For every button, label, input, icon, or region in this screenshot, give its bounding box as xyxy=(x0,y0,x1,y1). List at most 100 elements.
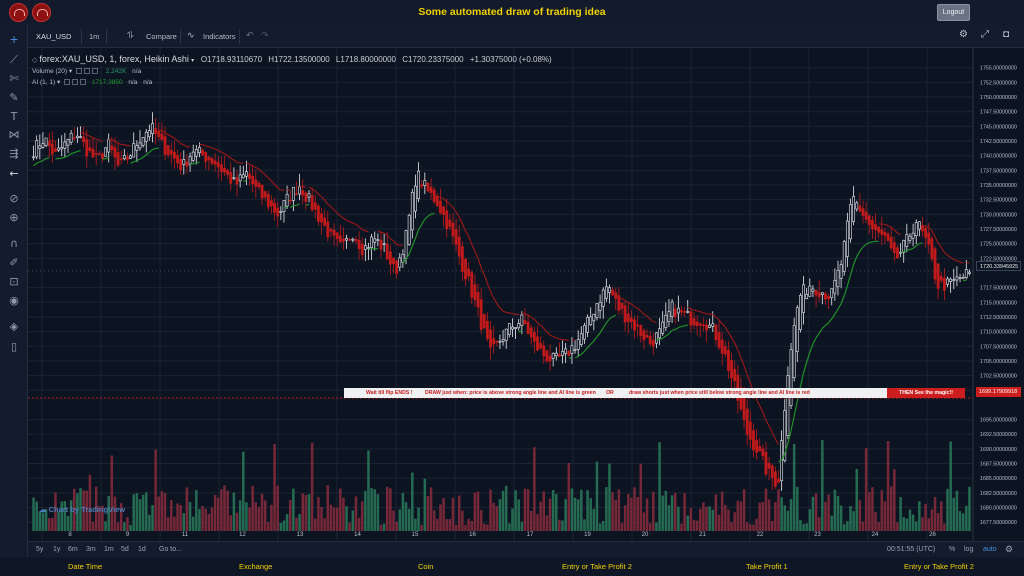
candle-body xyxy=(949,278,953,282)
candle-body xyxy=(908,235,912,241)
candle-body xyxy=(611,289,615,296)
brush-icon[interactable]: ✎ xyxy=(7,91,21,105)
range-5d[interactable]: 5d xyxy=(121,546,129,553)
ai-indicator-line xyxy=(477,258,482,268)
chart-settings-gear-icon[interactable]: ⚙ xyxy=(1005,544,1013,555)
ai-indicator-line xyxy=(480,267,485,276)
symbol-search-button[interactable]: XAU_USD xyxy=(36,32,71,41)
interval-button[interactable]: 1m xyxy=(89,32,99,41)
volume-bar xyxy=(902,517,905,531)
volume-label[interactable]: Volume (20) xyxy=(32,68,67,75)
candle-body xyxy=(871,219,874,230)
ai-indicator-line xyxy=(703,312,707,315)
volume-close-icon[interactable] xyxy=(91,68,98,75)
volume-bar xyxy=(720,491,724,531)
trash-icon[interactable]: ▯ xyxy=(7,340,21,354)
watermark-text: Chart by TradingView xyxy=(48,505,126,514)
range-6m[interactable]: 6m xyxy=(68,546,78,553)
candle-body xyxy=(238,174,242,182)
zoom-in-icon[interactable]: ⊕ xyxy=(7,211,21,225)
fullscreen-icon[interactable]: ⤢ xyxy=(981,29,989,40)
indicators-icon[interactable]: ∿ xyxy=(187,30,195,41)
volume-eye-icon[interactable] xyxy=(75,68,82,75)
magnet-icon[interactable]: ∩ xyxy=(7,237,21,251)
range-1y[interactable]: 1y xyxy=(53,546,60,553)
range-5y[interactable]: 5y xyxy=(36,546,43,553)
volume-settings-icon[interactable] xyxy=(83,68,90,75)
price-tick-label: 1685.00000000 xyxy=(980,476,1017,482)
candle-body xyxy=(658,328,661,339)
ai-close-icon[interactable] xyxy=(80,79,87,86)
prediction-tool-icon[interactable]: ⇶ xyxy=(7,147,21,161)
compare-icon[interactable]: ⥮ xyxy=(127,30,134,41)
candle-body xyxy=(460,246,464,272)
volume-bar xyxy=(389,488,392,531)
ai-indicator-line xyxy=(349,221,354,224)
log-scale-toggle[interactable]: log xyxy=(964,546,973,553)
ai-dropdown-icon[interactable]: ▾ xyxy=(57,79,60,86)
trend-line-icon[interactable]: ⟋ xyxy=(7,53,21,67)
ruler-icon[interactable]: ⊘ xyxy=(7,192,21,206)
compare-button[interactable]: Compare xyxy=(146,32,177,41)
volume-bar xyxy=(630,497,633,531)
volume-bar xyxy=(905,518,909,531)
candle-body xyxy=(532,332,536,342)
volume-bar xyxy=(529,510,533,531)
ai-indicator-line xyxy=(236,161,241,164)
utc-clock[interactable]: 00:51:55 (UTC) xyxy=(887,546,935,553)
candle-body xyxy=(354,239,358,242)
candle-body xyxy=(326,221,330,238)
volume-bar xyxy=(821,440,824,531)
ai-indicator-line xyxy=(718,319,723,325)
candle-body xyxy=(44,137,48,146)
range-1d[interactable]: 1d xyxy=(138,546,146,553)
text-tool-icon[interactable]: T xyxy=(7,110,21,124)
volume-bar xyxy=(774,502,777,531)
undo-icon[interactable]: ↶ xyxy=(246,30,254,41)
lock-icon[interactable]: ⊡ xyxy=(7,275,21,289)
volume-bar xyxy=(943,523,946,531)
ai-indicator-line xyxy=(740,357,745,366)
logout-button[interactable]: Logout xyxy=(937,4,970,21)
tradingview-watermark[interactable]: ☁ Chart by TradingView xyxy=(39,505,125,514)
ai-eye-icon[interactable] xyxy=(64,79,71,86)
redo-icon[interactable]: ↷ xyxy=(261,30,269,41)
goto-date-button[interactable]: Go to... xyxy=(159,546,182,553)
crosshair-icon[interactable]: + xyxy=(7,33,21,47)
ai-indicator-line xyxy=(33,162,38,167)
indicators-button[interactable]: Indicators xyxy=(203,32,236,41)
candle-body xyxy=(241,174,245,179)
volume-dropdown-icon[interactable]: ▾ xyxy=(69,68,72,75)
layers-icon[interactable]: ◈ xyxy=(7,320,21,334)
legend-dropdown-icon[interactable]: ▾ xyxy=(191,58,196,64)
ai-label[interactable]: AI (1, 1) xyxy=(32,79,55,86)
fib-tool-icon[interactable]: ✄ xyxy=(7,72,21,86)
candle-body xyxy=(648,336,652,345)
price-chart[interactable]: 1755.00000000 1752.50000000 1750.00000000 1… xyxy=(28,48,1024,541)
candle-body xyxy=(933,248,937,280)
volume-bar xyxy=(123,522,126,531)
header-divider xyxy=(239,29,240,44)
volume-bar xyxy=(345,506,348,531)
ai-indicator-line xyxy=(89,135,94,139)
volume-bar xyxy=(861,521,865,531)
range-1m[interactable]: 1m xyxy=(104,546,114,553)
volume-bar xyxy=(88,474,92,531)
volume-bar xyxy=(498,499,502,531)
eye-icon[interactable]: ◉ xyxy=(7,294,21,308)
settings-gear-icon[interactable]: ⚙ xyxy=(959,29,968,40)
legend-symbol[interactable]: forex:XAU_USD, 1, forex, Heikin Ashi xyxy=(39,54,189,64)
camera-icon[interactable]: ◘ xyxy=(1003,29,1009,40)
stay-in-drawing-mode-icon[interactable]: ✐ xyxy=(7,256,21,270)
candle-body xyxy=(457,236,461,257)
pattern-tool-icon[interactable]: ⋈ xyxy=(7,128,21,142)
percent-scale-toggle[interactable]: % xyxy=(949,546,955,553)
chart-area[interactable]: 1755.00000000 1752.50000000 1750.00000000 1… xyxy=(28,48,1024,541)
auto-scale-toggle[interactable]: auto xyxy=(983,546,997,553)
back-arrow-icon[interactable]: ← xyxy=(7,167,21,181)
candle-body xyxy=(902,240,906,253)
range-3m[interactable]: 3m xyxy=(86,546,96,553)
candle-body xyxy=(191,151,195,161)
ai-settings-icon[interactable] xyxy=(72,79,79,86)
ai-indicator-line xyxy=(565,339,569,342)
